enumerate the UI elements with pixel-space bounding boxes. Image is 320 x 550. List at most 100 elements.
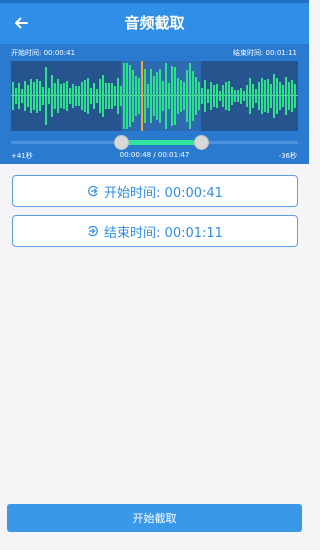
- waveform-bar: [33, 82, 35, 110]
- waveform[interactable]: [11, 61, 298, 131]
- waveform-bar: [246, 84, 248, 108]
- waveform-bar: [153, 75, 155, 117]
- waveform-bar: [171, 65, 173, 127]
- waveform-bar: [192, 71, 194, 121]
- waveform-bar: [174, 66, 176, 126]
- waveform-bar: [237, 89, 239, 103]
- waveform-bar: [186, 70, 188, 122]
- waveform-bar: [180, 79, 182, 113]
- waveform-bar: [279, 82, 281, 110]
- waveform-bar: [228, 80, 230, 112]
- waveform-bars: [11, 61, 298, 131]
- waveform-bar: [123, 63, 125, 129]
- page-title: 音频截取: [124, 14, 185, 32]
- range-start-handle[interactable]: [114, 135, 129, 150]
- waveform-bar: [168, 83, 170, 109]
- waveform-bar: [243, 90, 245, 102]
- waveform-bar: [147, 83, 149, 109]
- waveform-bar: [72, 84, 74, 108]
- waveform-bar: [90, 87, 92, 105]
- waveform-bar: [21, 88, 23, 104]
- waveform-bar: [183, 81, 185, 111]
- start-time-button[interactable]: 开始时间: 00:00:41: [12, 175, 298, 207]
- start-time-button-label: 开始时间: 00:00:41: [104, 185, 223, 201]
- waveform-bar: [222, 84, 224, 108]
- range-duration-label: 00:00:48 / 00:01:47: [119, 151, 190, 159]
- waveform-bar: [198, 82, 200, 110]
- waveform-bar: [249, 78, 251, 114]
- waveform-bar: [93, 82, 95, 110]
- start-time-label: 开始时间: 00:00:41: [11, 49, 76, 57]
- range-slider-selection: [122, 140, 201, 145]
- waveform-bar: [45, 66, 47, 126]
- waveform-bar: [135, 75, 137, 117]
- waveform-bar: [60, 83, 62, 109]
- waveform-bar: [258, 81, 260, 111]
- end-offset-label: -36秒: [278, 152, 297, 160]
- waveform-bar: [30, 79, 32, 113]
- waveform-bar: [78, 86, 80, 106]
- waveform-bar: [69, 87, 71, 105]
- waveform-bar: [99, 79, 101, 113]
- start-cut-button[interactable]: 开始截取: [7, 504, 302, 532]
- waveform-bar: [117, 78, 119, 114]
- waveform-bar: [126, 63, 128, 129]
- waveform-bar: [63, 82, 65, 110]
- end-time-button[interactable]: 结束时间: 00:01:11: [12, 215, 298, 247]
- end-time-label: 结束时间: 00:01:11: [232, 49, 297, 57]
- waveform-bar: [177, 78, 179, 114]
- waveform-bar: [39, 81, 41, 111]
- waveform-bar: [270, 84, 272, 108]
- arrow-left-icon: [15, 17, 28, 29]
- range-end-handle[interactable]: [194, 135, 209, 150]
- waveform-bar: [120, 85, 122, 107]
- clock-in-icon: [88, 185, 98, 197]
- waveform-bar: [66, 81, 68, 111]
- waveform-bar: [114, 85, 116, 107]
- waveform-bar: [213, 85, 215, 107]
- waveform-bar: [15, 88, 17, 104]
- waveform-bar: [195, 76, 197, 116]
- waveform-bar: [189, 63, 191, 129]
- waveform-bar: [288, 81, 290, 111]
- waveform-bar: [159, 68, 161, 124]
- waveform-bar: [57, 79, 59, 113]
- waveform-bar: [267, 78, 269, 114]
- waveform-bar: [261, 78, 263, 114]
- waveform-bar: [156, 72, 158, 120]
- waveform-bar: [210, 82, 212, 110]
- waveform-bar: [138, 78, 140, 114]
- waveform-bar: [294, 83, 296, 109]
- waveform-bar: [240, 88, 242, 104]
- waveform-bar: [51, 74, 53, 118]
- waveform-bar: [129, 64, 131, 128]
- waveform-bar: [111, 82, 113, 110]
- clock-out-icon: [88, 225, 98, 237]
- waveform-bar: [54, 83, 56, 109]
- playhead[interactable]: [141, 61, 143, 131]
- waveform-bar: [219, 90, 221, 102]
- waveform-bar: [273, 73, 275, 119]
- app-header: 音频截取: [0, 3, 309, 44]
- waveform-bar: [96, 89, 98, 103]
- waveform-bar: [144, 69, 146, 123]
- waveform-bar: [216, 84, 218, 108]
- waveform-bar: [252, 83, 254, 109]
- waveform-bar: [102, 74, 104, 118]
- waveform-bar: [18, 82, 20, 110]
- waveform-bar: [201, 87, 203, 105]
- waveform-bar: [81, 82, 83, 110]
- waveform-bar: [276, 78, 278, 114]
- waveform-bar: [162, 80, 164, 112]
- waveform-bar: [75, 85, 77, 107]
- waveform-bar: [105, 82, 107, 109]
- waveform-bar: [132, 69, 134, 123]
- waveform-bar: [27, 85, 29, 107]
- waveform-bar: [48, 88, 50, 104]
- waveform-bar: [225, 82, 227, 110]
- waveform-bar: [264, 80, 266, 112]
- back-button[interactable]: [9, 11, 33, 35]
- audio-editor: 开始时间: 00:00:41 结束时间: 00:01:11 +41秒 00:00…: [0, 44, 309, 164]
- waveform-bar: [204, 79, 206, 113]
- waveform-bar: [24, 80, 26, 112]
